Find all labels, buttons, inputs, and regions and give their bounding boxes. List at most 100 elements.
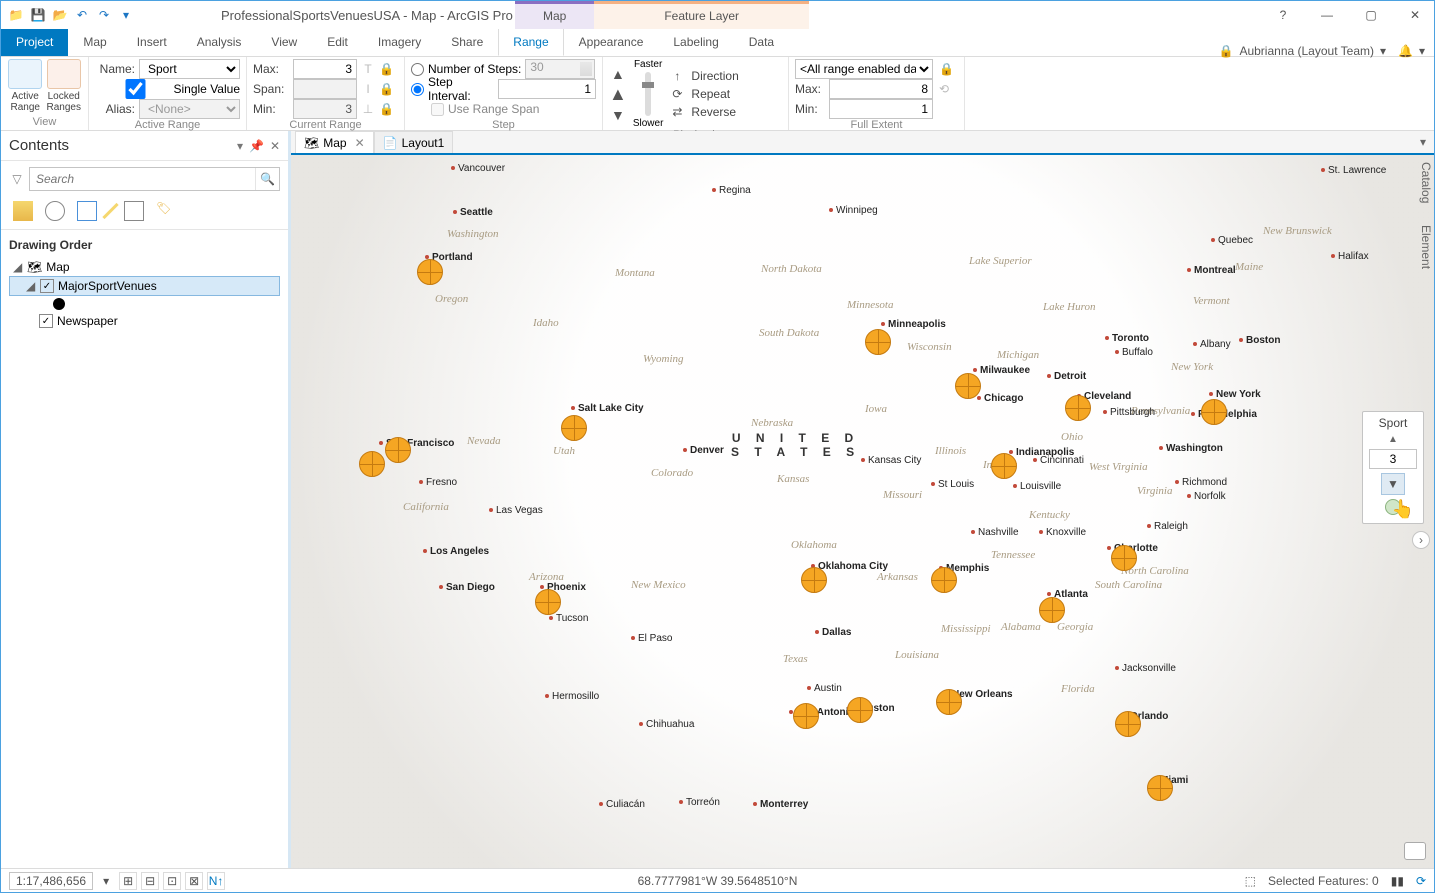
tab-project[interactable]: Project xyxy=(1,28,68,56)
notifications-dropdown-icon[interactable]: ▾ xyxy=(1419,44,1425,58)
venue-marker[interactable] xyxy=(865,329,891,355)
tab-map[interactable]: Map xyxy=(68,28,121,56)
locked-ranges-button[interactable]: Locked Ranges xyxy=(46,59,83,113)
venue-marker[interactable] xyxy=(1147,775,1173,801)
notifications-icon[interactable]: 🔔 xyxy=(1398,44,1413,58)
tab-share[interactable]: Share xyxy=(436,28,498,56)
range-globe-icon[interactable] xyxy=(1385,499,1401,515)
tree-map-item[interactable]: ◢🗺Map xyxy=(9,258,280,276)
step-interval-radio[interactable] xyxy=(411,83,424,96)
reverse-icon[interactable]: ⇄ xyxy=(669,105,685,119)
undo-icon[interactable]: ↶ xyxy=(73,6,91,24)
tree-layer-majorsportvenues[interactable]: ◢✓MajorSportVenues xyxy=(9,276,280,296)
restore-icon[interactable]: ⟲ xyxy=(939,82,953,96)
user-dropdown-icon[interactable]: ▾ xyxy=(1380,44,1386,58)
tree-symbol[interactable] xyxy=(9,296,280,312)
list-by-selection-icon[interactable] xyxy=(77,201,97,221)
search-input[interactable] xyxy=(30,168,255,190)
refresh-icon[interactable]: ⟳ xyxy=(1416,874,1426,888)
qat-dropdown-icon[interactable]: ▾ xyxy=(117,6,135,24)
direction-icon[interactable]: ↑ xyxy=(669,69,685,83)
venue-marker[interactable] xyxy=(793,703,819,729)
minimize-icon[interactable]: — xyxy=(1314,8,1340,22)
range-up-icon[interactable]: ▲ xyxy=(1367,434,1419,445)
venue-marker[interactable] xyxy=(1065,395,1091,421)
name-select[interactable]: Sport xyxy=(139,59,240,79)
scale-selector[interactable]: 1:17,486,656 xyxy=(9,872,93,890)
tab-range[interactable]: Range xyxy=(498,28,563,56)
contents-pin-icon[interactable]: 📌 xyxy=(249,139,264,153)
tree-layer-newspaper[interactable]: ◢✓Newspaper xyxy=(9,312,280,330)
element-tab[interactable]: Element xyxy=(1413,219,1435,275)
tab-analysis[interactable]: Analysis xyxy=(182,28,257,56)
speed-slider[interactable] xyxy=(645,72,651,116)
grid-icon[interactable]: ⊟ xyxy=(141,872,159,890)
scale-dropdown-icon[interactable]: ▾ xyxy=(103,874,109,888)
redo-icon[interactable]: ↷ xyxy=(95,6,113,24)
help-icon[interactable]: ? xyxy=(1270,8,1296,22)
user-name[interactable]: Aubrianna (Layout Team) xyxy=(1239,44,1374,58)
list-by-snapping-icon[interactable] xyxy=(124,201,144,221)
venue-marker[interactable] xyxy=(1111,545,1137,571)
view-menu-icon[interactable]: ▾ xyxy=(1412,135,1434,149)
step-up-button[interactable]: ▲ xyxy=(611,66,625,82)
selection-icon[interactable]: ⬚ xyxy=(1245,874,1256,888)
messages-icon[interactable] xyxy=(1404,842,1426,860)
tab-imagery[interactable]: Imagery xyxy=(363,28,436,56)
venue-marker[interactable] xyxy=(359,451,385,477)
single-value-checkbox[interactable] xyxy=(101,79,170,99)
tab-labeling[interactable]: Labeling xyxy=(658,28,733,56)
venue-marker[interactable] xyxy=(931,567,957,593)
venue-marker[interactable] xyxy=(991,453,1017,479)
max-lock-icon[interactable]: T xyxy=(361,62,375,76)
max-input[interactable] xyxy=(293,59,357,79)
venue-marker[interactable] xyxy=(1115,711,1141,737)
layer-visibility-checkbox[interactable]: ✓ xyxy=(39,314,53,328)
repeat-icon[interactable]: ⟳ xyxy=(669,87,685,101)
open-icon[interactable]: 📂 xyxy=(51,6,69,24)
map-tab[interactable]: 🗺Map✕ xyxy=(295,131,374,153)
play-button[interactable]: ▲ xyxy=(609,84,627,105)
catalog-tab[interactable]: Catalog xyxy=(1413,156,1435,209)
venue-marker[interactable] xyxy=(385,437,411,463)
tab-data[interactable]: Data xyxy=(734,28,789,56)
snap-icon[interactable]: ⊞ xyxy=(119,872,137,890)
venue-marker[interactable] xyxy=(1039,597,1065,623)
full-extent-select[interactable]: <All range enabled data> xyxy=(795,59,933,79)
venue-marker[interactable] xyxy=(417,259,443,285)
layer-visibility-checkbox[interactable]: ✓ xyxy=(40,279,54,293)
venue-marker[interactable] xyxy=(561,415,587,441)
active-range-button[interactable]: Active Range xyxy=(7,59,44,113)
step-interval-input[interactable] xyxy=(498,79,596,99)
guides-icon[interactable]: ⊡ xyxy=(163,872,181,890)
contents-close-icon[interactable]: ✕ xyxy=(270,139,280,153)
tab-close-icon[interactable]: ✕ xyxy=(355,136,365,150)
num-steps-radio[interactable] xyxy=(411,63,424,76)
range-value-input[interactable] xyxy=(1369,449,1417,469)
list-by-drawing-icon[interactable] xyxy=(13,201,33,221)
step-down-button[interactable]: ▼ xyxy=(611,107,625,123)
save-icon[interactable]: 💾 xyxy=(29,6,47,24)
layout-tab[interactable]: 📄Layout1 xyxy=(374,131,454,153)
venue-marker[interactable] xyxy=(955,373,981,399)
expand-icon[interactable]: › xyxy=(1412,531,1430,549)
full-extent-lock-icon[interactable]: 🔒 xyxy=(939,62,953,76)
venue-marker[interactable] xyxy=(535,589,561,615)
tab-view[interactable]: View xyxy=(256,28,312,56)
close-icon[interactable]: ✕ xyxy=(1402,8,1428,22)
north-icon[interactable]: N↑ xyxy=(207,872,225,890)
tab-edit[interactable]: Edit xyxy=(312,28,363,56)
search-icon[interactable]: 🔍 xyxy=(255,168,279,190)
tab-insert[interactable]: Insert xyxy=(122,28,182,56)
contents-menu-icon[interactable]: ▾ xyxy=(237,139,243,153)
list-by-editing-icon[interactable] xyxy=(102,203,118,219)
maximize-icon[interactable]: ▢ xyxy=(1358,8,1384,22)
venue-marker[interactable] xyxy=(801,567,827,593)
list-by-labeling-icon[interactable]: 🏷 xyxy=(156,201,176,221)
venue-marker[interactable] xyxy=(1201,399,1227,425)
filter-icon[interactable]: ▽ xyxy=(9,172,25,186)
full-max-input[interactable] xyxy=(829,79,933,99)
full-min-input[interactable] xyxy=(829,99,933,119)
alias-select[interactable]: <None> xyxy=(139,99,240,119)
max-lock2-icon[interactable]: 🔒 xyxy=(379,62,393,76)
